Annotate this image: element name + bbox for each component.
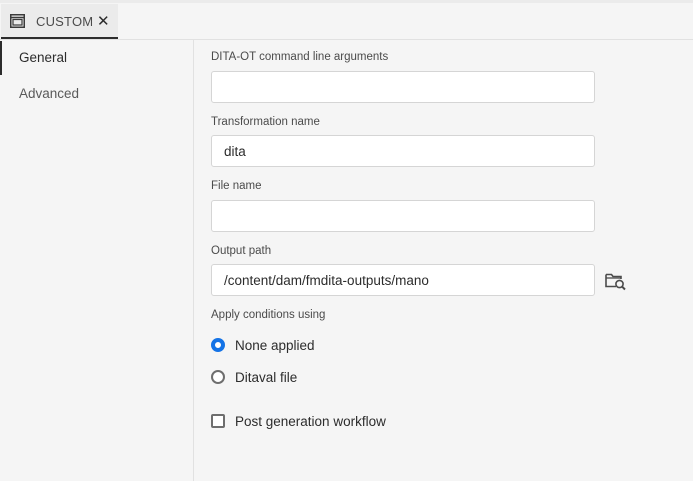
sidebar-item-advanced[interactable]: Advanced xyxy=(0,77,193,111)
sidebar: General Advanced xyxy=(0,40,194,481)
sidebar-item-label: General xyxy=(19,50,68,65)
output-path-input[interactable] xyxy=(211,264,595,296)
checkbox-label: Post generation workflow xyxy=(235,413,386,429)
tab-custom[interactable]: CUSTOM ✕ xyxy=(1,4,118,39)
folder-search-icon[interactable] xyxy=(605,271,627,291)
apply-conditions-label: Apply conditions using xyxy=(211,309,326,321)
cmd-args-label: DITA-OT command line arguments xyxy=(211,51,389,63)
file-name-label: File name xyxy=(211,180,262,192)
sidebar-item-label: Advanced xyxy=(19,86,80,101)
radio-selected[interactable] xyxy=(211,338,225,352)
checkbox-box[interactable] xyxy=(211,414,225,428)
output-path-label: Output path xyxy=(211,245,272,257)
cmd-args-input[interactable] xyxy=(211,71,595,103)
sidebar-item-general[interactable]: General xyxy=(0,41,193,75)
tab-label: CUSTOM xyxy=(36,14,94,29)
close-icon[interactable]: ✕ xyxy=(97,12,110,30)
radio-none-applied[interactable]: None applied xyxy=(211,335,315,355)
transformation-name-input[interactable] xyxy=(211,135,595,167)
post-generation-workflow-checkbox[interactable]: Post generation workflow xyxy=(211,411,386,431)
window-icon xyxy=(10,14,25,28)
tab-bar: CUSTOM ✕ xyxy=(0,0,693,40)
general-form: DITA-OT command line arguments Transform… xyxy=(195,40,693,481)
radio-unselected[interactable] xyxy=(211,370,225,384)
radio-label: Ditaval file xyxy=(235,369,298,385)
transformation-name-label: Transformation name xyxy=(211,116,320,128)
custom-output-preset-panel: CUSTOM ✕ General Advanced DITA-OT comman… xyxy=(0,0,693,481)
radio-label: None applied xyxy=(235,337,315,353)
radio-ditaval-file[interactable]: Ditaval file xyxy=(211,367,297,387)
file-name-input[interactable] xyxy=(211,200,595,232)
